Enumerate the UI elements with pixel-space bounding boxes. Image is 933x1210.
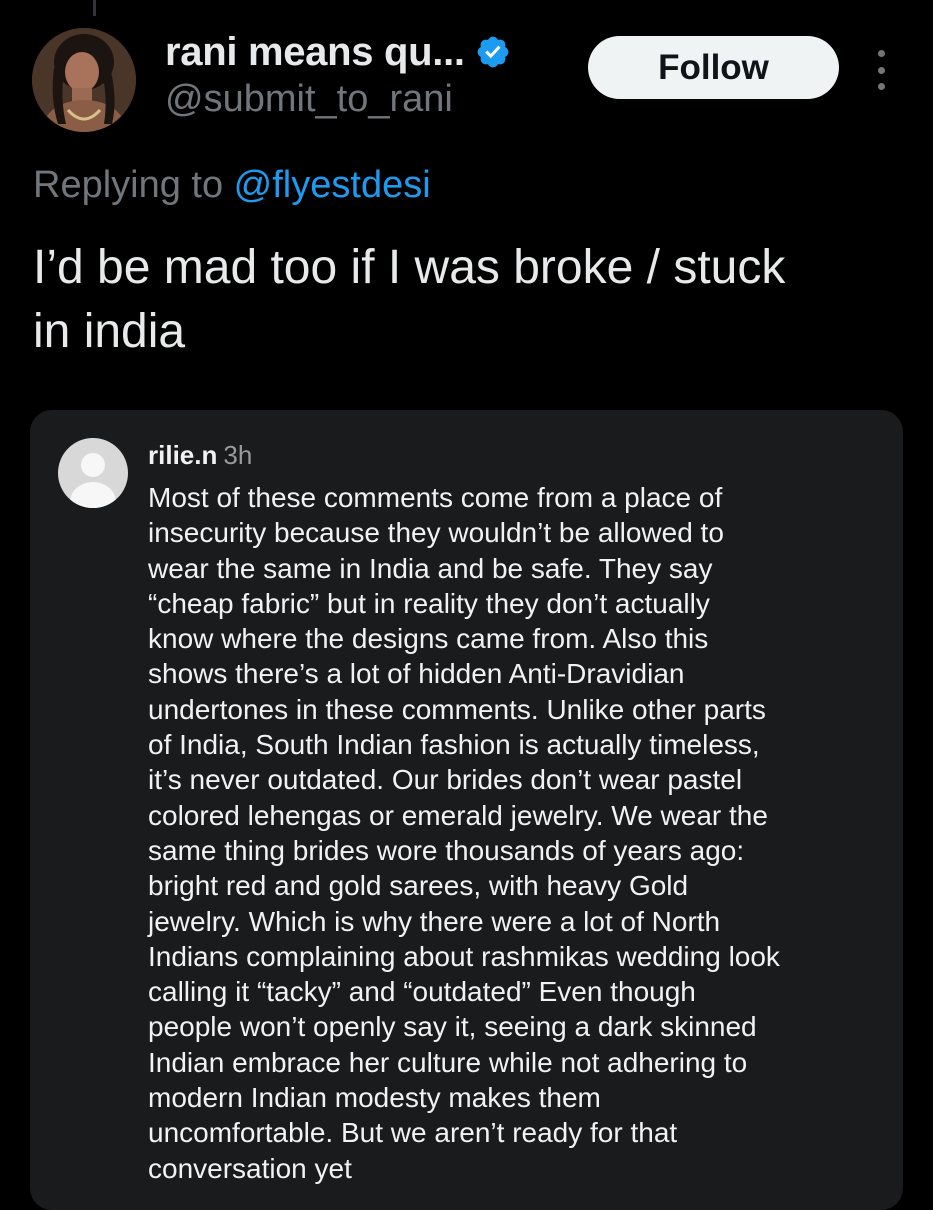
comment-line: colored lehengas or emerald jewelry. We … bbox=[148, 799, 768, 831]
comment-line: jewelry. Which is why there were a lot o… bbox=[148, 905, 721, 937]
author-display-name[interactable]: rani means qu... bbox=[165, 30, 465, 75]
comment-line: conversation yet bbox=[148, 1152, 352, 1184]
comment-line: Indian embrace her culture while not adh… bbox=[148, 1046, 748, 1078]
embedded-comment-meta: rilie.n 3h bbox=[148, 440, 252, 471]
thread-connector-line bbox=[93, 0, 96, 16]
dot bbox=[877, 50, 885, 57]
embedded-comment-body: Most of these comments come from a place… bbox=[148, 480, 908, 1186]
comment-line: modern Indian modesty makes them bbox=[148, 1082, 601, 1114]
comment-line: it’s never outdated. Our brides don’t we… bbox=[148, 764, 743, 796]
comment-line: calling it “tacky” and “outdated” Even t… bbox=[148, 976, 696, 1008]
comment-timestamp: 3h bbox=[223, 440, 253, 470]
author-avatar[interactable] bbox=[32, 28, 136, 132]
comment-line: uncomfortable. But we aren’t ready for t… bbox=[148, 1117, 678, 1149]
comment-line: Indians complaining about rashmikas wedd… bbox=[148, 940, 780, 972]
comment-line: shows there’s a lot of hidden Anti-Dravi… bbox=[148, 658, 685, 690]
author-handle[interactable]: @submit_to_rani bbox=[165, 78, 453, 121]
comment-line: bright red and gold sarees, with heavy G… bbox=[148, 870, 689, 902]
comment-line: of India, South Indian fashion is actual… bbox=[148, 729, 760, 761]
replying-to-line: Replying to @flyestdesi bbox=[33, 164, 431, 207]
tweet-text: I’d be mad too if I was broke / stuck in… bbox=[33, 236, 893, 364]
avatar-head-shape bbox=[81, 453, 105, 477]
commenter-avatar-placeholder-icon bbox=[58, 438, 128, 508]
comment-line: undertones in these comments. Unlike oth… bbox=[148, 693, 766, 725]
tweet-text-line: in india bbox=[33, 305, 186, 358]
dot bbox=[877, 83, 885, 90]
avatar-body-shape bbox=[70, 482, 116, 508]
verified-badge-icon bbox=[477, 36, 509, 68]
replying-to-label: Replying to bbox=[33, 164, 234, 206]
tweet-text-line: I’d be mad too if I was broke / stuck bbox=[33, 241, 786, 294]
comment-line: insecurity because they wouldn’t be allo… bbox=[148, 517, 724, 549]
dot bbox=[877, 66, 885, 74]
author-name-row: rani means qu... bbox=[165, 30, 511, 74]
more-options-icon[interactable] bbox=[868, 50, 894, 90]
comment-line: know where the designs came from. Also t… bbox=[148, 623, 709, 655]
comment-line: wear the same in India and be safe. They… bbox=[148, 552, 713, 584]
replying-to-mention-link[interactable]: @flyestdesi bbox=[234, 164, 431, 206]
comment-line: people won’t openly say it, seeing a dar… bbox=[148, 1011, 757, 1043]
commenter-username: rilie.n bbox=[148, 440, 218, 470]
comment-line: same thing brides wore thousands of year… bbox=[148, 834, 745, 866]
comment-line: “cheap fabric” but in reality they don’t… bbox=[148, 587, 710, 619]
follow-button[interactable]: Follow bbox=[588, 36, 839, 99]
comment-line: Most of these comments come from a place… bbox=[148, 482, 723, 513]
